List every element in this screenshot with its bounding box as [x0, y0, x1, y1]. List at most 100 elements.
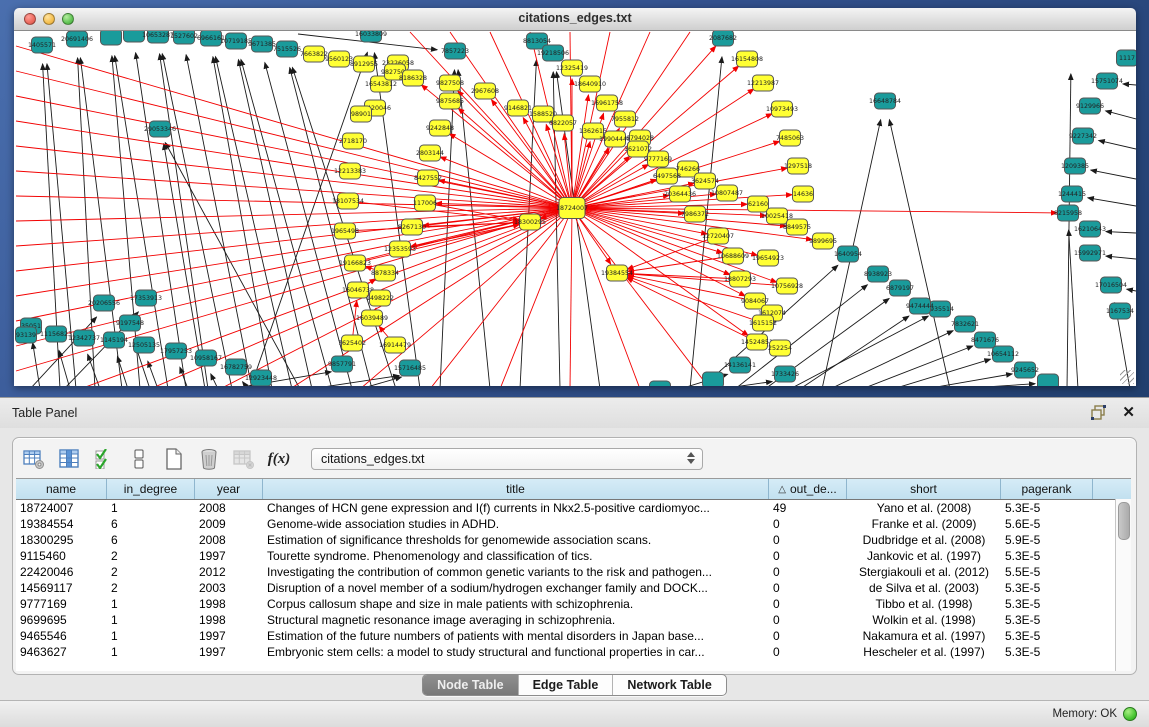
- table-cell: Jankovic et al. (1997): [847, 548, 1001, 564]
- table-settings-icon[interactable]: [21, 446, 47, 472]
- column-visibility-icon[interactable]: [56, 446, 82, 472]
- column-header-short[interactable]: short: [847, 479, 1001, 499]
- table-cell: 1997: [195, 628, 263, 644]
- node-label: 1527602: [170, 33, 198, 40]
- table-cell: Stergiakouli et al. (2012): [847, 564, 1001, 580]
- network-window: citations_edges.txt 14055712069140610653…: [14, 8, 1136, 386]
- table-row[interactable]: 977716911998Corpus callosum shape and si…: [16, 596, 1131, 612]
- network-node[interactable]: [650, 381, 671, 386]
- table-cell: 5.3E-5: [1001, 500, 1093, 516]
- tab-node-table[interactable]: Node Table: [423, 675, 518, 695]
- node-label: 6879197: [886, 285, 914, 292]
- network-node[interactable]: [101, 31, 122, 45]
- node-label: 2803144: [416, 150, 444, 157]
- node-label: 8938923: [864, 271, 892, 278]
- node-label: 17353913: [130, 295, 162, 302]
- node-label: 8813054: [523, 38, 551, 45]
- table-cell: 2008: [195, 532, 263, 548]
- new-table-icon[interactable]: [161, 446, 187, 472]
- node-label: 9827508: [436, 80, 464, 87]
- node-label: 117006: [413, 200, 437, 207]
- node-label: 16039489: [356, 315, 388, 322]
- node-label: 19166823: [339, 260, 371, 267]
- table-cell: 9777169: [16, 596, 107, 612]
- table-cell: 0: [769, 612, 847, 628]
- table-row[interactable]: 946554611997Estimation of the future num…: [16, 628, 1131, 644]
- table-cell: 1: [107, 628, 195, 644]
- table-cell: 9115460: [16, 548, 107, 564]
- node-label: 15716485: [394, 365, 426, 372]
- memory-ok-indicator[interactable]: [1123, 707, 1137, 721]
- node-label: 9129966: [1076, 103, 1104, 110]
- table-row[interactable]: 1872400712008Changes of HCN gene express…: [16, 500, 1131, 516]
- column-header-pagerank[interactable]: pagerank: [1001, 479, 1093, 499]
- tab-network-table[interactable]: Network Table: [613, 675, 726, 695]
- table-row[interactable]: 1830029562008Estimation of significance …: [16, 532, 1131, 548]
- delete-table-icon[interactable]: [231, 446, 257, 472]
- table-row[interactable]: 911546021997Tourette syndrome. Phenomeno…: [16, 548, 1131, 564]
- node-label: 1117: [1119, 55, 1135, 62]
- node-label: 6822057: [549, 120, 577, 127]
- node-label: 12923448: [245, 375, 277, 382]
- node-label: 3624574: [691, 178, 719, 185]
- table-cell: 5.3E-5: [1001, 596, 1093, 612]
- table-cell: 2008: [195, 500, 263, 516]
- table-cell: Corpus callosum shape and size in male p…: [263, 596, 769, 612]
- tab-edge-table[interactable]: Edge Table: [519, 675, 614, 695]
- network-canvas[interactable]: 1405571206914061065328715276026966161107…: [14, 31, 1136, 386]
- rows-icon[interactable]: [126, 446, 152, 472]
- row-select-icon[interactable]: [91, 446, 117, 472]
- node-label: 8878334: [371, 270, 399, 277]
- table-cell: 2: [107, 564, 195, 580]
- node-label: 2087682: [709, 35, 737, 42]
- resize-grip[interactable]: [1120, 370, 1134, 384]
- table-row[interactable]: 946362711997Embryonic stem cells: a mode…: [16, 644, 1131, 660]
- node-label: 7955812: [611, 116, 639, 123]
- float-panel-icon[interactable]: [1091, 405, 1107, 421]
- delete-rows-icon[interactable]: [196, 446, 222, 472]
- table-selector-dropdown[interactable]: citations_edges.txt: [311, 448, 703, 470]
- table-cell: 14569117: [16, 580, 107, 596]
- network-node[interactable]: [1038, 374, 1059, 386]
- node-label: 10807487: [711, 190, 743, 197]
- node-label: 12325419: [556, 65, 588, 72]
- network-node[interactable]: [703, 372, 724, 386]
- table-row[interactable]: 1938455462009Genome-wide association stu…: [16, 516, 1131, 532]
- table-row[interactable]: 2242004622012Investigating the contribut…: [16, 564, 1131, 580]
- function-builder-icon[interactable]: f(x): [266, 446, 292, 472]
- table-cell: 6: [107, 532, 195, 548]
- dropdown-arrows-icon: [687, 452, 695, 464]
- node-label: 8849575: [783, 224, 811, 231]
- node-label: 16914479: [379, 342, 411, 349]
- scrollbar-thumb[interactable]: [1118, 502, 1130, 540]
- table-cell: 0: [769, 596, 847, 612]
- network-window-titlebar[interactable]: citations_edges.txt: [14, 8, 1136, 31]
- column-header-in_degree[interactable]: in_degree: [107, 479, 195, 499]
- column-header-year[interactable]: year: [195, 479, 263, 499]
- table-row[interactable]: 1456911722003Disruption of a novel membe…: [16, 580, 1131, 596]
- table-cell: 2: [107, 580, 195, 596]
- node-label: 16782759: [220, 364, 252, 371]
- citation-network-graph[interactable]: 1405571206914061065328715276026966161107…: [14, 31, 1136, 386]
- table-cell: 49: [769, 500, 847, 516]
- node-label: 12720407: [702, 233, 734, 240]
- table-row[interactable]: 969969511998Structural magnetic resonanc…: [16, 612, 1131, 628]
- node-label: 10688609: [717, 253, 749, 260]
- table-cell: Tibbo et al. (1998): [847, 596, 1001, 612]
- node-label: 2718170: [339, 138, 367, 145]
- node-label: 12353593: [384, 246, 416, 253]
- column-header-name[interactable]: name: [16, 479, 107, 499]
- column-header-out_de[interactable]: △out_de...: [769, 479, 847, 499]
- node-label: 1615152: [749, 320, 777, 327]
- node-label: 19654923: [752, 255, 784, 262]
- close-panel-icon[interactable]: ✕: [1122, 403, 1135, 421]
- node-label: 12342737: [68, 335, 100, 342]
- column-header-title[interactable]: title: [263, 479, 769, 499]
- node-label: 1145194: [100, 337, 128, 344]
- node-label: 8912955: [350, 61, 378, 68]
- node-label: 8267130: [398, 224, 426, 231]
- node-label: 12213987: [747, 80, 779, 87]
- table-scrollbar[interactable]: [1115, 499, 1131, 671]
- table-selector-value: citations_edges.txt: [321, 452, 425, 466]
- table-cell: Changes of HCN gene expression and I(f) …: [263, 500, 769, 516]
